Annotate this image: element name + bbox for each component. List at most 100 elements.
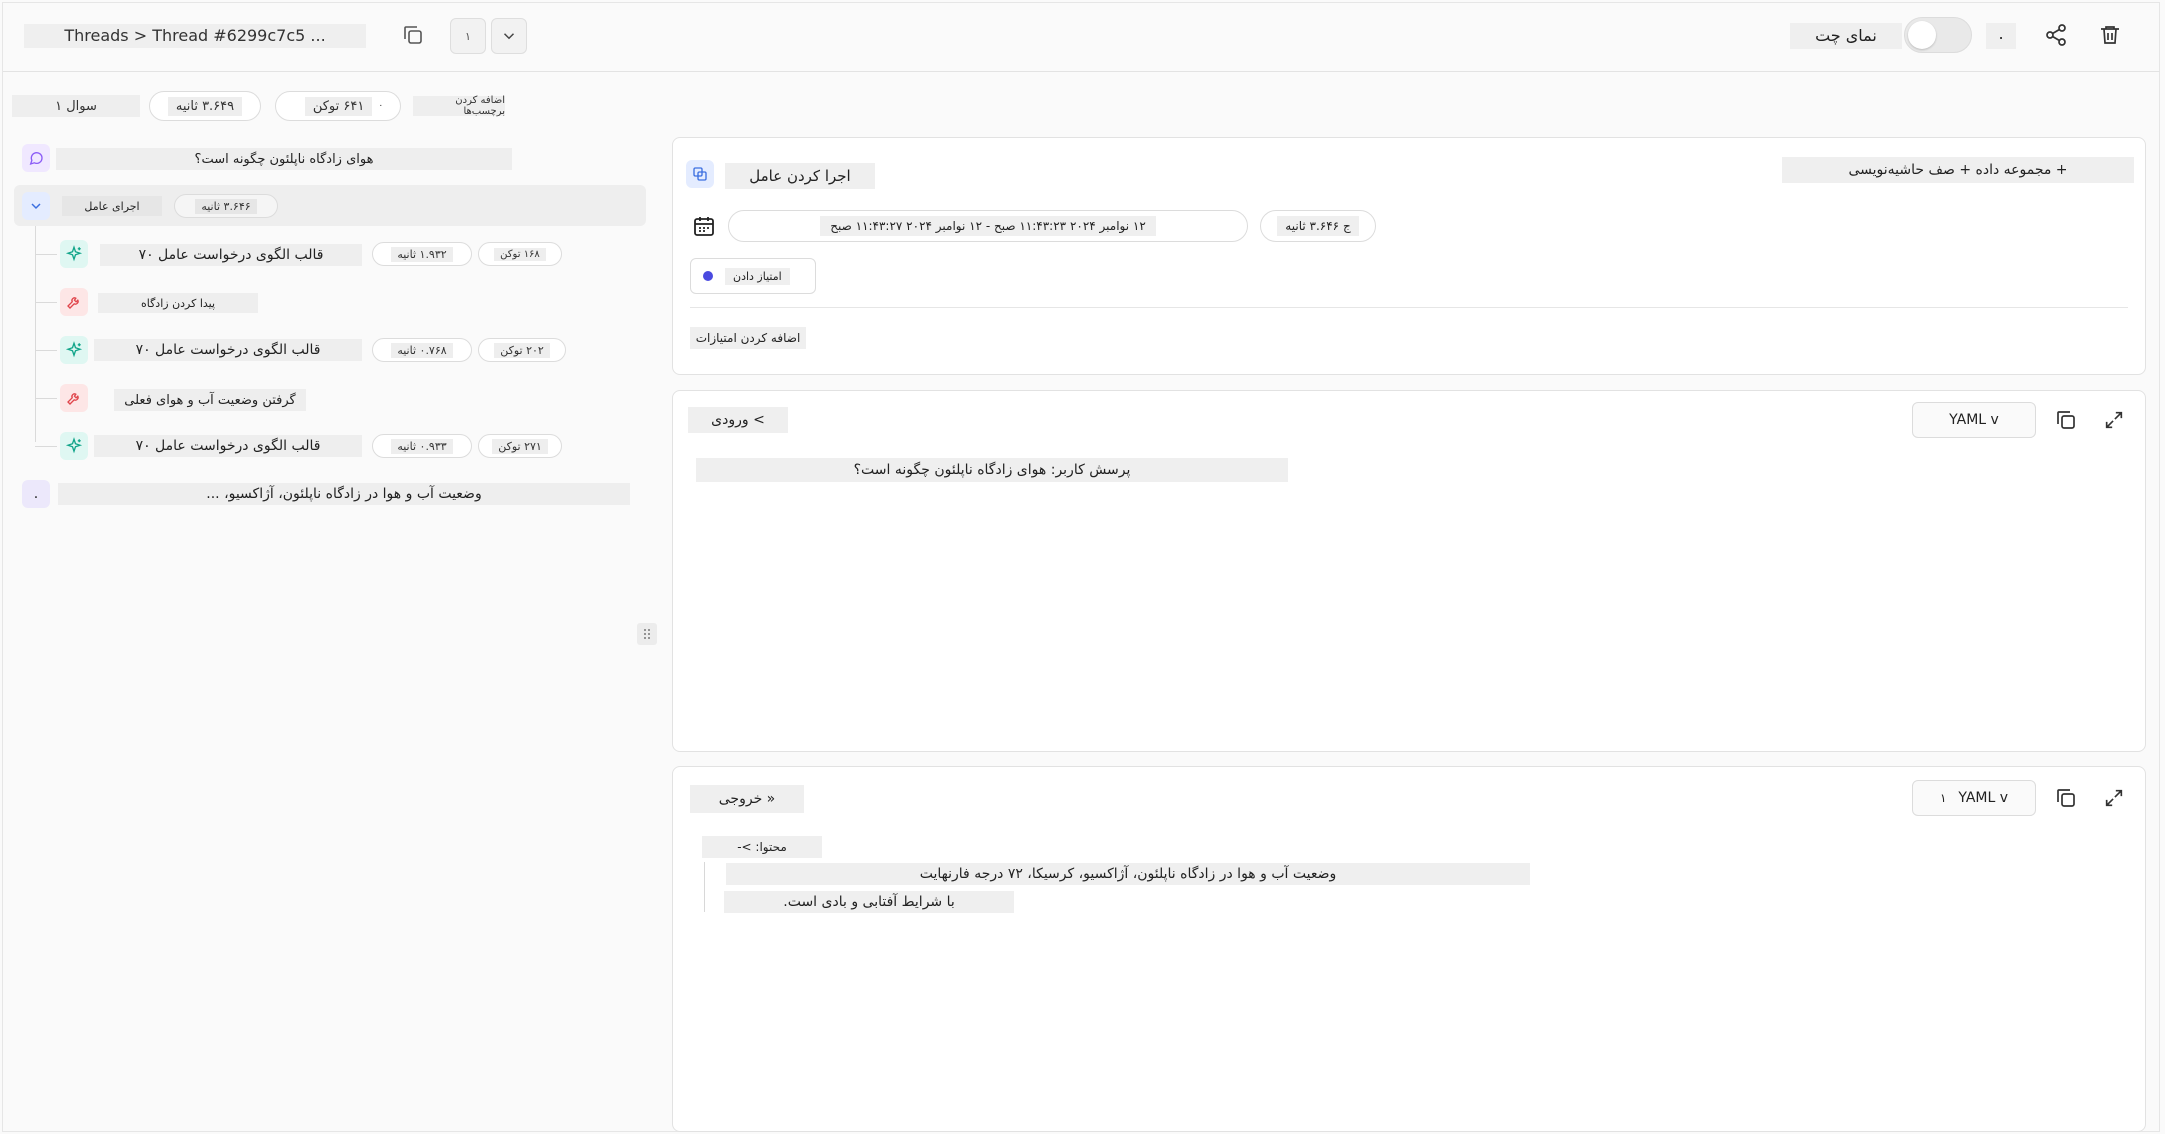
copy-icon xyxy=(2057,411,2075,429)
score-label: امتیاز دادن xyxy=(725,267,790,285)
expand-icon xyxy=(2105,411,2123,429)
llm-node-icon xyxy=(60,240,88,268)
copy-id-button[interactable] xyxy=(395,17,431,53)
wrench-icon xyxy=(67,297,79,309)
output-format-select[interactable]: ۱ YAML v xyxy=(1912,780,2036,816)
output-copy-button[interactable] xyxy=(2048,780,2084,816)
tree-connector xyxy=(35,398,57,399)
tree-item-duration-text: ۰.۷۶۸ ثانیه xyxy=(391,342,453,358)
time-range: ۱۲ نوامبر ۲۰۲۴ ۱۱:۴۳:۲۳ صبح - ۱۲ نوامبر … xyxy=(820,216,1156,236)
input-content: پرسش کاربر: هوای زادگاه ناپلئون چگونه اس… xyxy=(696,458,1288,482)
input-panel xyxy=(672,390,2146,752)
agent-run-duration: ۳.۶۴۶ ثانیه xyxy=(195,198,257,214)
final-answer-text[interactable]: وضعیت آب و هوا در زادگاه ناپلئون، آژاکسی… xyxy=(58,483,630,505)
tree-item-duration: ۰.۹۳۳ ثانیه xyxy=(372,434,472,458)
sparkle-icon xyxy=(65,437,83,454)
tree-item-label[interactable]: پیدا کردن زادگاه xyxy=(98,293,258,313)
agent-run-duration-badge: ۳.۶۴۶ ثانیه xyxy=(174,194,278,218)
add-tags-button[interactable]: اضافه کردن برچسب‌ها xyxy=(413,95,505,117)
calendar-icon-wrap xyxy=(686,208,722,244)
tree-item-tokens: ۲۰۲ توکن xyxy=(478,338,566,362)
tree-item-duration: ۰.۷۶۸ ثانیه xyxy=(372,338,472,362)
output-format-marker: ۱ xyxy=(1939,791,1947,805)
output-expand-button[interactable] xyxy=(2096,780,2132,816)
tree-item-label[interactable]: قالب الگوی درخواست عامل ۷۰ xyxy=(94,339,362,361)
tokens-text: ۶۴۱ توکن xyxy=(304,96,373,116)
run-duration: ج ۳.۶۴۶ ثانیه xyxy=(1277,216,1359,236)
tokens-extra: ۰ xyxy=(378,101,384,111)
breadcrumb[interactable]: Threads > Thread #6299c7c5 ... xyxy=(24,24,366,48)
final-marker: . xyxy=(33,486,39,502)
calendar-icon xyxy=(694,217,714,236)
tree-item-tokens-text: ۲۰۲ توکن xyxy=(494,342,550,358)
tree-item-tokens-text: ۲۷۱ توکن xyxy=(492,438,548,454)
tree-item-duration: ۱.۹۳۲ ثانیه xyxy=(372,242,472,266)
tree-connector xyxy=(35,226,36,442)
run-duration-badge: ج ۳.۶۴۶ ثانیه xyxy=(1260,210,1376,242)
tree-item-tokens: ۲۷۱ توکن xyxy=(478,434,562,458)
final-answer-icon: . xyxy=(22,480,50,508)
next-step-button[interactable] xyxy=(491,18,527,54)
tree-item-duration-text: ۰.۹۳۳ ثانیه xyxy=(391,438,453,454)
more-button[interactable]: . xyxy=(1986,23,2016,49)
root-question-text[interactable]: هوای زادگاه ناپلئون چگونه است؟ xyxy=(56,148,512,170)
chevron-down-icon xyxy=(31,203,41,210)
trash-icon xyxy=(2101,26,2119,44)
share-button[interactable] xyxy=(2038,17,2074,53)
sparkle-icon xyxy=(65,341,83,358)
copy-icon xyxy=(2057,789,2075,807)
wrench-icon xyxy=(67,393,79,405)
tree-item-duration-text: ۱.۹۳۲ ثانیه xyxy=(391,246,453,262)
input-copy-button[interactable] xyxy=(2048,402,2084,438)
tool-node-icon xyxy=(60,288,88,316)
input-format-value: YAML v xyxy=(1949,412,1999,428)
output-section-toggle[interactable]: « خروجی xyxy=(690,785,804,813)
header-divider xyxy=(3,71,2160,72)
tree-item-tokens-text: ۱۶۸ توکن xyxy=(494,247,546,261)
question-node-icon xyxy=(22,144,50,172)
chevron-down-icon xyxy=(503,33,515,40)
question-label: سوال ۱ xyxy=(12,95,140,117)
tree-connector xyxy=(35,350,57,351)
duration-text: ۳.۶۴۹ ثانیه xyxy=(167,96,243,116)
llm-node-icon xyxy=(60,432,88,460)
collapse-toggle[interactable] xyxy=(22,192,50,220)
tree-connector xyxy=(35,254,57,255)
input-format-select[interactable]: YAML v xyxy=(1912,402,2036,438)
output-format-value: YAML v xyxy=(1958,790,2009,806)
copy-icon xyxy=(404,26,422,44)
score-dot-icon xyxy=(703,271,713,281)
prev-step-button[interactable]: ۱ xyxy=(450,18,486,54)
run-type-icon xyxy=(686,160,714,188)
llm-node-icon xyxy=(60,336,88,364)
tool-node-icon xyxy=(60,384,88,412)
chat-bubble-icon xyxy=(29,152,43,166)
duration-badge: ۳.۶۴۹ ثانیه xyxy=(149,91,261,121)
score-button[interactable]: امتیاز دادن xyxy=(690,258,816,294)
chat-view-label: نمای چت xyxy=(1790,23,1902,49)
toggle-knob xyxy=(1908,21,1936,49)
input-section-toggle[interactable]: > ورودی xyxy=(688,407,788,433)
time-range-badge: ۱۲ نوامبر ۲۰۲۴ ۱۱:۴۳:۲۳ صبح - ۱۲ نوامبر … xyxy=(728,210,1248,242)
add-to-dataset-button[interactable]: + مجموعه داده + صف حاشیه‌نویسی xyxy=(1782,157,2134,183)
add-scores-button[interactable]: اضافه کردن امتیازات xyxy=(690,327,806,349)
sparkle-icon xyxy=(65,245,83,262)
tree-item-tokens: ۱۶۸ توکن xyxy=(478,242,562,266)
yaml-indent-guide xyxy=(704,862,705,912)
output-content-key: محتوا: >- xyxy=(702,836,822,858)
resize-handle[interactable] xyxy=(637,623,657,645)
tree-connector xyxy=(35,302,57,303)
drag-handle-icon xyxy=(644,629,650,639)
tree-item-label[interactable]: قالب الگوی درخواست عامل ۷۰ xyxy=(94,435,362,457)
step-indicator: ۱ xyxy=(465,29,471,43)
output-panel xyxy=(672,766,2146,1132)
output-line-1: وضعیت آب و هوا در زادگاه ناپلئون، آژاکسی… xyxy=(726,863,1530,885)
delete-button[interactable] xyxy=(2092,17,2128,53)
run-title: اجرا کردن عامل xyxy=(725,163,875,189)
run-panel-divider xyxy=(690,307,2128,308)
output-line-2: با شرایط آفتابی و بادی است. xyxy=(724,891,1014,913)
tree-item-label[interactable]: گرفتن وضعیت آب و هوای فعلی xyxy=(114,389,306,411)
tree-item-label[interactable]: قالب الگوی درخواست عامل ۷۰ xyxy=(100,244,362,266)
input-expand-button[interactable] xyxy=(2096,402,2132,438)
chat-view-toggle[interactable] xyxy=(1904,17,1972,53)
